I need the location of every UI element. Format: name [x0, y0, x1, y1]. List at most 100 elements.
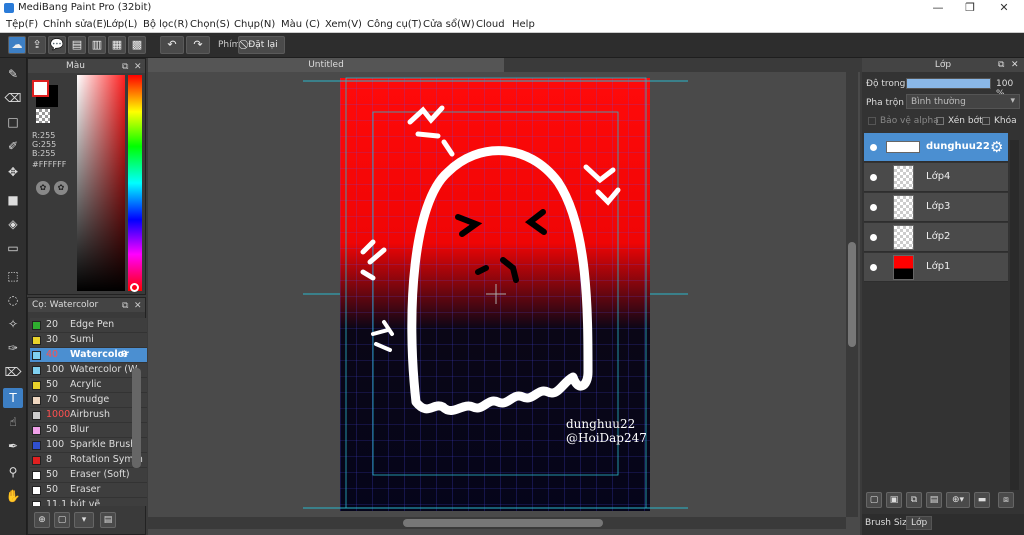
add-brush-icon[interactable]: ⊕ — [34, 512, 50, 528]
menu-help[interactable]: Help — [512, 19, 535, 30]
minimize-button[interactable]: — — [924, 1, 952, 16]
clipping-checkbox[interactable] — [936, 117, 944, 125]
visibility-icon[interactable] — [870, 234, 877, 241]
select-pen-icon[interactable]: ✑ — [3, 338, 23, 358]
brush-item[interactable]: 11.1 bút vẽ — [30, 498, 147, 506]
menu-file[interactable]: Tệp(F) — [6, 19, 38, 30]
grid-icon[interactable]: ▦ — [108, 36, 126, 54]
operation-icon[interactable]: ☝ — [3, 412, 23, 432]
undo-icon[interactable]: ↶ — [160, 36, 184, 54]
layer-row-lop4[interactable]: Lớp4 — [864, 163, 1008, 192]
canvas-viewport[interactable] — [148, 72, 846, 517]
vertical-scrollbar[interactable] — [846, 72, 858, 517]
brush-item[interactable]: 50 Eraser (Soft) — [30, 468, 147, 483]
close-panel-icon[interactable]: ✕ — [134, 60, 142, 74]
rect-icon[interactable]: □ — [3, 112, 23, 132]
layer-row-lop2[interactable]: Lớp2 — [864, 223, 1008, 252]
cloud-icon[interactable]: ☁ — [8, 36, 26, 54]
duplicate-layer-icon[interactable]: ⧉ — [906, 492, 922, 508]
menu-color[interactable]: Màu (C) — [281, 19, 320, 30]
menu-cloud[interactable]: Cloud — [476, 19, 505, 30]
new-layer-copy-icon[interactable]: ▣ — [886, 492, 902, 508]
layer-scrollbar[interactable] — [1010, 140, 1019, 490]
gear-icon[interactable]: ⚙ — [990, 138, 1003, 156]
float-icon[interactable]: ⧉ — [122, 60, 128, 74]
float-icon[interactable]: ⧉ — [998, 58, 1004, 72]
gradient-icon[interactable]: ▭ — [3, 238, 23, 258]
close-panel-icon[interactable]: ✕ — [134, 299, 142, 313]
brush-item[interactable]: 1000 Airbrush — [30, 408, 147, 423]
vertical-scroll-thumb[interactable] — [848, 242, 856, 347]
protect-alpha-checkbox[interactable] — [868, 117, 876, 125]
lasso-icon[interactable]: ◌ — [3, 290, 23, 310]
menu-tools[interactable]: Công cụ(T) — [367, 19, 422, 30]
menu-edit[interactable]: Chỉnh sửa(E) — [43, 19, 107, 30]
tab-layer[interactable]: Lớp — [906, 516, 933, 530]
merge-layer-icon[interactable]: ⧈ — [998, 492, 1014, 508]
menu-select[interactable]: Chọn(S) — [190, 19, 230, 30]
brush-icon[interactable]: ✎ — [3, 64, 23, 84]
fill-rect-icon[interactable]: ■ — [3, 190, 23, 210]
opacity-slider[interactable] — [906, 78, 991, 89]
lock-checkbox[interactable] — [982, 117, 990, 125]
brush-item[interactable]: 50 Acrylic — [30, 378, 147, 393]
message-icon[interactable]: ▤ — [68, 36, 86, 54]
share-icon[interactable]: ⇪ — [28, 36, 46, 54]
eyedropper-icon[interactable]: ✒ — [3, 436, 23, 456]
saturation-box[interactable] — [77, 75, 125, 291]
halftone-layer-icon[interactable]: ▤ — [926, 492, 942, 508]
brush-item[interactable]: 100 Watercolor (W — [30, 363, 147, 378]
document-tab[interactable]: Untitled — [148, 58, 504, 72]
layer-row-dunghuu22[interactable]: dunghuu22 ⚙ — [864, 133, 1008, 162]
brush-scrollbar[interactable] — [132, 368, 141, 468]
menu-window[interactable]: Cửa sổ(W) — [423, 19, 475, 30]
brush-item[interactable]: 50 Blur — [30, 423, 147, 438]
palette-settings-icon[interactable]: ✿ — [54, 181, 68, 195]
visibility-icon[interactable] — [870, 144, 877, 151]
select-eraser-icon[interactable]: ⌦ — [3, 362, 23, 382]
horizontal-scrollbar[interactable] — [148, 517, 846, 529]
new-brush-icon[interactable]: ▢ — [54, 512, 70, 528]
close-button[interactable]: ✕ — [990, 1, 1018, 16]
comment-icon[interactable]: 💬 — [48, 36, 66, 54]
layer-row-lop1[interactable]: Lớp1 — [864, 253, 1008, 282]
hue-handle[interactable] — [130, 283, 139, 292]
float-icon[interactable]: ⧉ — [122, 299, 128, 313]
tiles-icon[interactable]: ▩ — [128, 36, 146, 54]
palette-icon[interactable]: ✿ — [36, 181, 50, 195]
pen-icon[interactable]: ✐ — [3, 136, 23, 156]
hand-icon[interactable]: ✋ — [3, 486, 23, 506]
transparent-swatch[interactable] — [36, 109, 50, 123]
brush-item[interactable]: 100 Sparkle Brush — [30, 438, 147, 453]
blend-mode-select[interactable]: Bình thường ▾ — [906, 94, 1020, 109]
brush-item[interactable]: 40 Watercolor ⚙ — [30, 348, 147, 363]
hue-slider[interactable] — [128, 75, 142, 291]
dropper-icon[interactable]: ⚲ — [3, 462, 23, 482]
layer-row-lop3[interactable]: Lớp3 — [864, 193, 1008, 222]
close-panel-icon[interactable]: ✕ — [1011, 58, 1019, 72]
page-icon[interactable]: ▥ — [88, 36, 106, 54]
horizontal-scroll-thumb[interactable] — [403, 519, 603, 527]
visibility-icon[interactable] — [870, 204, 877, 211]
folder-icon[interactable]: ▬ — [974, 492, 990, 508]
brush-menu-icon[interactable]: ▾ — [74, 512, 94, 528]
brush-item[interactable]: 30 Sumi — [30, 333, 147, 348]
menu-view[interactable]: Xem(V) — [325, 19, 362, 30]
text-icon[interactable]: T — [3, 388, 23, 408]
visibility-icon[interactable] — [870, 174, 877, 181]
brush-settings-icon[interactable]: ▤ — [100, 512, 116, 528]
gear-icon[interactable]: ⚙ — [120, 349, 129, 360]
menu-capture[interactable]: Chụp(N) — [234, 19, 275, 30]
visibility-icon[interactable] — [870, 264, 877, 271]
select-rect-icon[interactable]: ⬚ — [3, 266, 23, 286]
maximize-button[interactable]: ❐ — [956, 1, 984, 16]
brush-item[interactable]: 70 Smudge — [30, 393, 147, 408]
bucket-icon[interactable]: ◈ — [3, 214, 23, 234]
foreground-swatch[interactable] — [32, 80, 49, 97]
move-icon[interactable]: ✥ — [3, 162, 23, 182]
magic-wand-icon[interactable]: ✧ — [3, 314, 23, 334]
eraser-icon[interactable]: ⌫ — [3, 88, 23, 108]
brush-item[interactable]: 8 Rotation Symm — [30, 453, 147, 468]
menu-layer[interactable]: Lớp(L) — [106, 19, 137, 30]
new-layer-icon[interactable]: ▢ — [866, 492, 882, 508]
